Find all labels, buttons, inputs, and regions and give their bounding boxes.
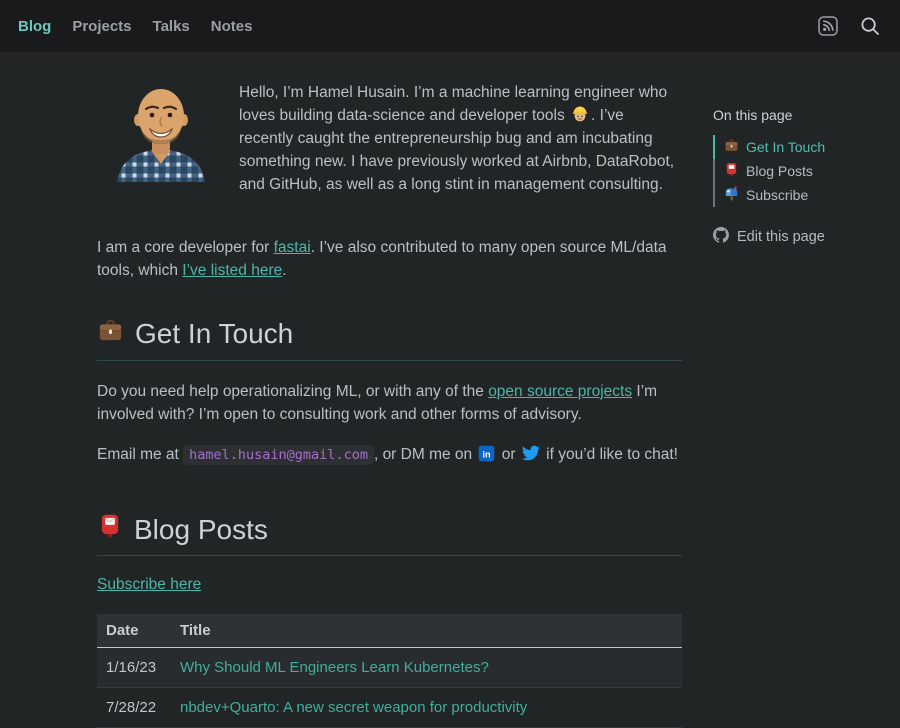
nav-item-notes[interactable]: Notes xyxy=(209,14,255,39)
blog-posts-title: Blog Posts xyxy=(134,514,268,546)
email-address: hamel.husain@gmail.com xyxy=(183,445,374,465)
core-dev-text-3: . xyxy=(282,262,286,279)
post-date: 7/28/22 xyxy=(97,688,171,728)
postbox-icon xyxy=(97,513,123,546)
table-row: 7/28/22 nbdev+Quarto: A new secret weapo… xyxy=(97,688,682,728)
toc-item-get-in-touch[interactable]: Get In Touch xyxy=(713,135,900,159)
email-paragraph: Email me at hamel.husain@gmail.com, or D… xyxy=(97,444,682,467)
nav-menu: Blog Projects Talks Notes xyxy=(16,14,254,39)
linkedin-icon[interactable]: in xyxy=(478,445,495,462)
toc-item-subscribe[interactable]: Subscribe xyxy=(713,183,900,207)
listed-here-link[interactable]: I’ve listed here xyxy=(182,262,282,279)
github-icon xyxy=(713,227,729,247)
core-dev-text-1: I am a core developer for xyxy=(97,239,274,256)
email-text-3: or xyxy=(497,446,519,463)
intro-paragraph: Hello, I’m Hamel Husain. I’m a machine l… xyxy=(239,82,682,197)
navbar-tools xyxy=(818,16,884,36)
subscribe-here-link[interactable]: Subscribe here xyxy=(97,576,201,594)
twitter-icon[interactable] xyxy=(522,444,540,462)
toc-sidebar: On this page Get In Touch Blog Posts xyxy=(713,82,900,728)
construction-worker-icon xyxy=(571,105,589,123)
heading-rule-2 xyxy=(97,555,682,556)
get-in-touch-heading: Get In Touch xyxy=(97,317,682,351)
avatar xyxy=(107,82,215,182)
consulting-paragraph: Do you need help operationalizing ML, or… xyxy=(97,381,682,427)
heading-rule xyxy=(97,360,682,361)
toc-list: Get In Touch Blog Posts xyxy=(713,135,900,207)
table-row: 1/16/23 Why Should ML Engineers Learn Ku… xyxy=(97,648,682,688)
postbox-icon xyxy=(724,162,739,180)
about-section: Hello, I’m Hamel Husain. I’m a machine l… xyxy=(97,82,682,215)
search-icon[interactable] xyxy=(860,16,880,36)
consulting-text-1: Do you need help operationalizing ML, or… xyxy=(97,383,488,400)
navbar: Blog Projects Talks Notes xyxy=(0,0,900,52)
toc-item-blog-posts[interactable]: Blog Posts xyxy=(713,159,900,183)
blog-posts-heading: Blog Posts xyxy=(97,513,682,546)
title-column-header: Title xyxy=(171,614,682,648)
nav-item-projects[interactable]: Projects xyxy=(70,14,133,39)
main-content: Hello, I’m Hamel Husain. I’m a machine l… xyxy=(97,82,682,728)
nav-item-blog[interactable]: Blog xyxy=(16,14,53,39)
rss-icon[interactable] xyxy=(818,16,838,36)
core-dev-paragraph: I am a core developer for fastai. I’ve a… xyxy=(97,237,682,283)
toc-item-label: Subscribe xyxy=(746,187,808,203)
mailbox-icon xyxy=(724,186,739,204)
post-title-link[interactable]: Why Should ML Engineers Learn Kubernetes… xyxy=(180,659,489,676)
edit-this-page-label: Edit this page xyxy=(737,229,825,245)
briefcase-icon xyxy=(97,317,124,351)
post-title-link[interactable]: nbdev+Quarto: A new secret weapon for pr… xyxy=(180,699,527,716)
get-in-touch-title: Get In Touch xyxy=(135,318,293,350)
email-text-1: Email me at xyxy=(97,446,183,463)
edit-this-page-link[interactable]: Edit this page xyxy=(713,227,900,247)
fastai-link[interactable]: fastai xyxy=(274,239,311,256)
email-text-4: if you’d like to chat! xyxy=(542,446,678,463)
briefcase-icon xyxy=(724,138,739,156)
post-date: 1/16/23 xyxy=(97,648,171,688)
toc-item-label: Blog Posts xyxy=(746,163,813,179)
blog-posts-table: Date Title 1/16/23 Why Should ML Enginee… xyxy=(97,614,682,728)
nav-item-talks[interactable]: Talks xyxy=(151,14,192,39)
toc-item-label: Get In Touch xyxy=(746,139,825,155)
date-column-header: Date xyxy=(97,614,171,648)
toc-title: On this page xyxy=(713,107,900,123)
email-text-2: , or DM me on xyxy=(374,446,477,463)
open-source-projects-link[interactable]: open source projects xyxy=(488,383,632,400)
table-header-row: Date Title xyxy=(97,614,682,648)
svg-text:in: in xyxy=(483,450,492,460)
